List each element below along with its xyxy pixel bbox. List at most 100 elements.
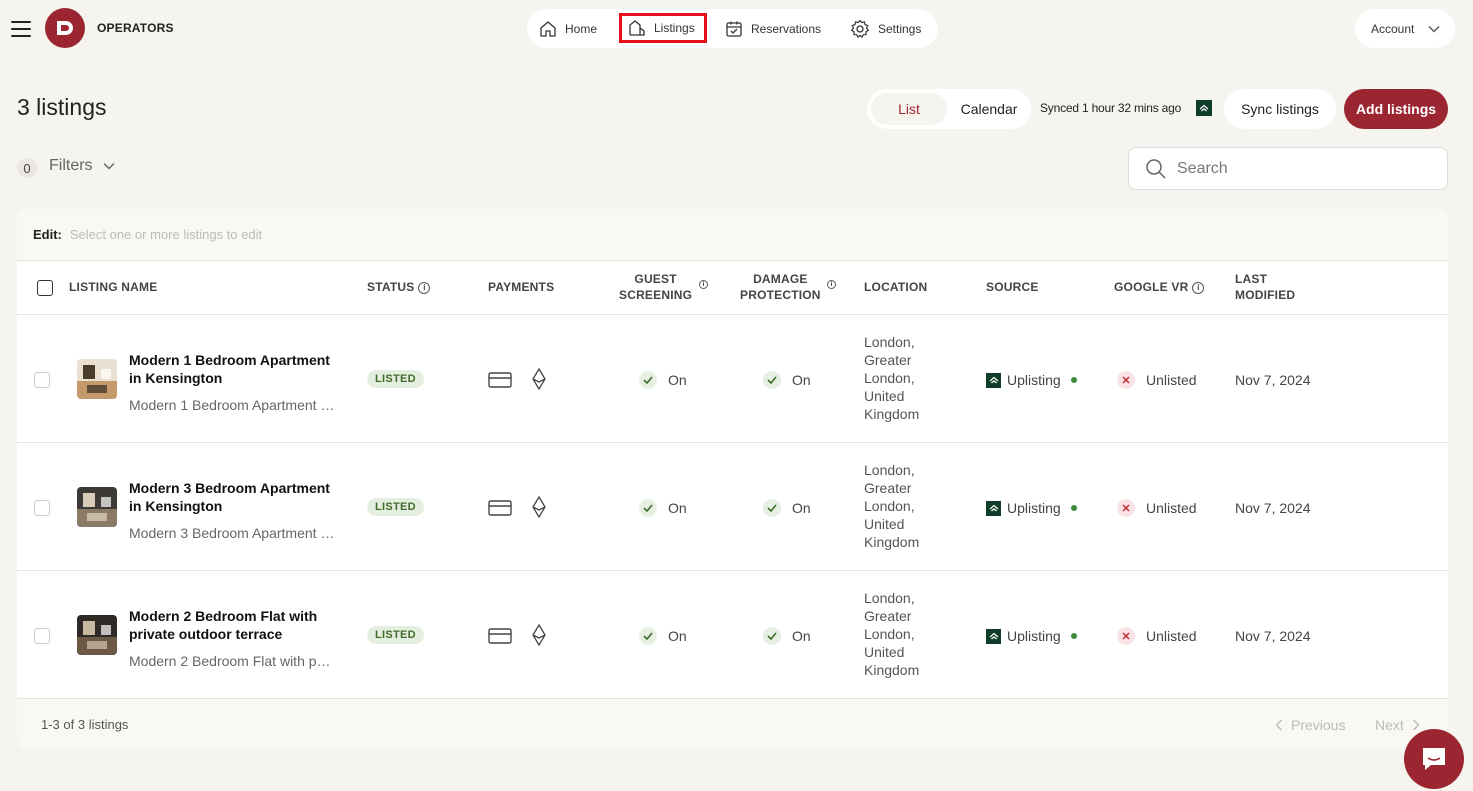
filters-button[interactable]: Filters — [49, 157, 115, 175]
uplisting-logo-icon — [986, 628, 1001, 644]
location-line: Greater — [864, 480, 912, 496]
guest-screening-value: On — [668, 628, 687, 644]
previous-label: Previous — [1291, 717, 1346, 733]
ethereum-icon — [532, 624, 546, 646]
home-icon — [540, 20, 556, 37]
location-line: Kingdom — [864, 662, 920, 678]
listing-subtitle: Modern 1 Bedroom Apartment in Kensington — [129, 397, 335, 413]
main-nav: Home Listings Reservations Settings — [527, 9, 938, 48]
listing-thumbnail — [77, 487, 117, 527]
menu-icon[interactable] — [11, 21, 31, 37]
location-line: London, — [864, 462, 915, 478]
next-label: Next — [1375, 717, 1404, 733]
source-label: Uplisting — [1007, 500, 1061, 516]
view-list-button[interactable]: List — [871, 93, 947, 125]
google-vr-value: Unlisted — [1146, 372, 1197, 388]
listing-title[interactable]: Modern 2 Bedroom Flat with private outdo… — [129, 607, 339, 643]
previous-page-button[interactable]: Previous — [1275, 717, 1345, 733]
ethereum-icon — [532, 368, 546, 390]
col-guest-screening-line2: SCREENING — [619, 288, 693, 302]
row-divider — [17, 570, 1448, 571]
source-cell: Uplisting — [986, 500, 1077, 516]
view-toggle: List Calendar — [867, 89, 1031, 129]
listings-table: Edit: Select one or more listings to edi… — [17, 209, 1448, 750]
row-checkbox[interactable] — [34, 372, 50, 388]
row-checkbox[interactable] — [34, 500, 50, 516]
account-menu[interactable]: Account — [1355, 9, 1455, 48]
uplisting-logo-icon — [986, 372, 1001, 388]
nav-listings-label: Listings — [654, 21, 695, 35]
info-icon[interactable]: i — [699, 280, 708, 289]
table-footer: 1-3 of 3 listings Previous Next — [17, 698, 1448, 750]
check-icon — [763, 371, 781, 389]
select-all-checkbox[interactable] — [37, 280, 53, 296]
source-cell: Uplisting — [986, 628, 1077, 644]
info-icon[interactable]: i — [418, 281, 431, 294]
status-badge: LISTED — [367, 626, 424, 644]
page-title: 3 listings — [17, 94, 107, 120]
chevron-right-icon — [1412, 719, 1420, 731]
credit-card-icon — [488, 372, 512, 388]
info-icon[interactable]: i — [1192, 281, 1205, 294]
last-modified-value: Nov 7, 2024 — [1235, 372, 1311, 388]
col-google-vr[interactable]: GOOGLE VR i — [1114, 279, 1205, 295]
credit-card-icon — [488, 500, 512, 516]
uplisting-logo-icon — [986, 500, 1001, 516]
guest-screening-value: On — [668, 372, 687, 388]
connected-dot-icon — [1070, 377, 1077, 383]
row-checkbox[interactable] — [34, 628, 50, 644]
account-label: Account — [1371, 21, 1415, 36]
location-line: London, — [864, 370, 915, 386]
nav-listings[interactable]: Listings — [619, 13, 707, 43]
col-source[interactable]: SOURCE — [986, 279, 1039, 295]
listing-title[interactable]: Modern 1 Bedroom Apartment in Kensington — [129, 351, 339, 387]
close-icon — [1117, 499, 1135, 517]
col-last-modified-line2: MODIFIED — [1235, 288, 1296, 302]
google-vr-value: Unlisted — [1146, 628, 1197, 644]
listing-title[interactable]: Modern 3 Bedroom Apartment in Kensington — [129, 479, 339, 515]
nav-settings[interactable]: Settings — [850, 9, 921, 48]
nav-settings-label: Settings — [878, 21, 922, 36]
col-google-vr-label: GOOGLE VR — [1114, 280, 1189, 294]
search-icon — [1146, 158, 1166, 179]
col-status-label: STATUS — [367, 280, 415, 294]
col-last-modified[interactable]: LAST MODIFIED — [1235, 271, 1295, 303]
last-modified-value: Nov 7, 2024 — [1235, 500, 1311, 516]
col-payments[interactable]: PAYMENTS — [488, 279, 554, 295]
row-divider — [17, 442, 1448, 443]
next-page-button[interactable]: Next — [1375, 717, 1420, 733]
brand-logo[interactable] — [45, 8, 85, 48]
listing-thumbnail — [77, 615, 117, 655]
location-line: Greater — [864, 352, 912, 368]
filters-label: Filters — [49, 157, 93, 174]
credit-card-icon — [488, 628, 512, 644]
search-input[interactable] — [1177, 159, 1417, 178]
view-calendar-button[interactable]: Calendar — [951, 93, 1027, 125]
col-listing-name[interactable]: LISTING NAME — [69, 279, 157, 295]
search-box — [1128, 147, 1448, 190]
location-line: United — [864, 388, 905, 404]
location-line: London, — [864, 334, 915, 350]
damage-protection-value: On — [792, 372, 811, 388]
col-location[interactable]: LOCATION — [864, 279, 927, 295]
close-icon — [1117, 371, 1135, 389]
location-cell: London, Greater London, United Kingdom — [864, 589, 934, 679]
add-listings-button[interactable]: Add listings — [1344, 89, 1448, 129]
col-damage-protection[interactable]: DAMAGE PROTECTION — [740, 271, 821, 303]
col-guest-screening[interactable]: GUEST SCREENING — [619, 271, 692, 303]
chat-widget-button[interactable] — [1404, 729, 1464, 789]
gear-icon — [850, 19, 870, 38]
nav-home[interactable]: Home — [539, 9, 597, 48]
nav-reservations[interactable]: Reservations — [725, 9, 821, 48]
nav-home-label: Home — [565, 21, 598, 36]
connected-dot-icon — [1070, 633, 1077, 639]
info-icon[interactable]: i — [827, 280, 836, 289]
synced-status: Synced 1 hour 32 mins ago — [1040, 101, 1182, 115]
sync-listings-button[interactable]: Sync listings — [1224, 89, 1336, 129]
col-status[interactable]: STATUS i — [367, 279, 431, 295]
location-line: United — [864, 516, 905, 532]
location-line: Greater — [864, 608, 912, 624]
damage-protection-value: On — [792, 500, 811, 516]
status-badge: LISTED — [367, 370, 424, 388]
header-divider — [17, 314, 1448, 315]
